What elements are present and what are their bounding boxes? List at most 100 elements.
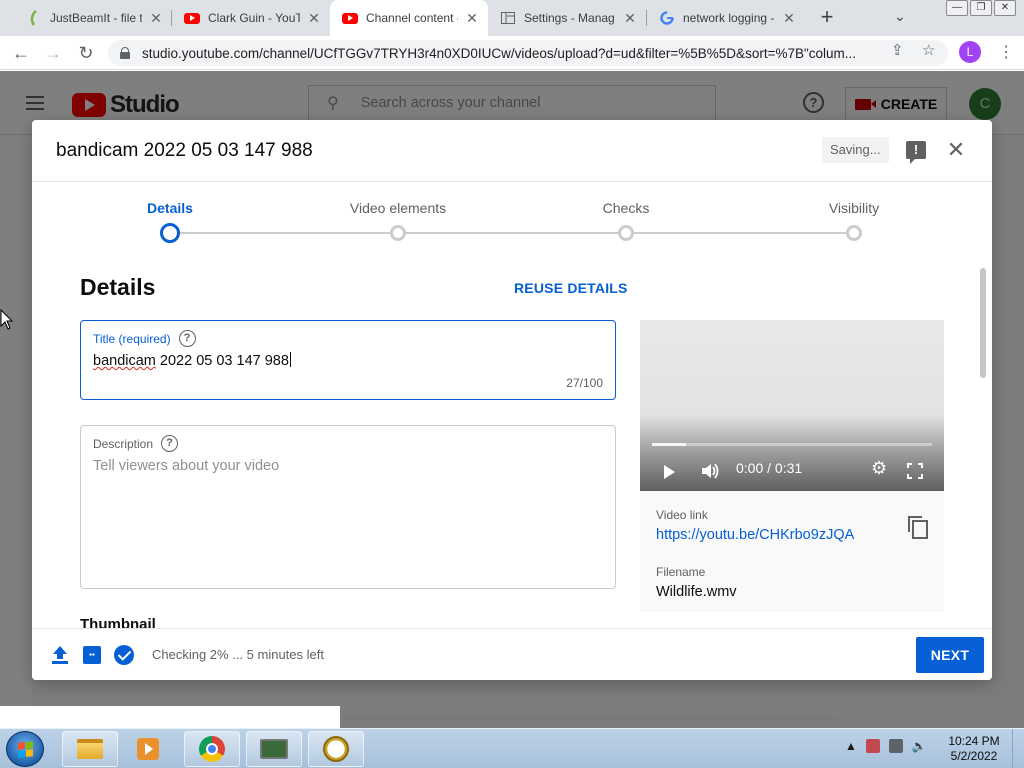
section-title: Details [80,274,156,300]
action-center-flag-icon[interactable] [865,739,880,753]
stepper-line [170,232,854,234]
description-field[interactable]: Description ? Tell viewers about your vi… [80,425,616,589]
tab-network-logging[interactable]: network logging - ✕ [647,0,805,36]
network-icon[interactable] [888,739,903,753]
tab-search-chevron-icon[interactable]: ⌄ [894,8,906,25]
thumbnail-heading: Thumbnail [80,616,156,628]
browser-toolbar: ← → ↻ studio.youtube.com/channel/UCfTGGv… [0,36,1024,70]
start-button-icon[interactable] [6,731,44,767]
bookmark-star-icon[interactable]: ☆ [922,41,935,59]
help-question-icon[interactable]: ? [178,330,196,347]
new-tab-icon[interactable]: + [815,6,839,30]
mouse-cursor-icon [0,309,14,330]
title-value-rest: 2022 05 03 147 988 [155,353,289,369]
tab-justbeamit[interactable]: JustBeamIt - file tr ✕ [14,0,172,36]
tab-channel-content[interactable]: Channel content - ✕ [330,0,488,36]
tab-close-icon[interactable]: ✕ [464,10,480,27]
tab-close-icon[interactable]: ✕ [781,10,797,27]
folder-icon [77,739,103,759]
close-icon[interactable]: ✕ [944,138,968,162]
step-details[interactable]: Details [90,200,250,216]
youtube-favicon-icon [342,10,358,26]
step-visibility[interactable]: Visibility [774,200,934,216]
fullscreen-icon[interactable] [907,463,923,479]
video-player[interactable]: 0:00 / 0:31 ⚙ [640,320,944,491]
hd-processing-icon[interactable]: ▪▪ [83,646,101,664]
tab-title: Clark Guin - YouTu [208,11,300,25]
clock-time: 10:24 PM [948,734,1000,748]
taskbar-clock[interactable]: 10:24 PM 5/2/2022 [946,734,1002,764]
forward-arrow-icon[interactable]: → [42,42,64,64]
checks-complete-icon[interactable] [114,645,134,665]
dialog-header: bandicam 2022 05 03 147 988 Saving... ! … [32,120,992,182]
tab-title: Channel content - [366,11,458,25]
tab-clark-guin[interactable]: Clark Guin - YouTu ✕ [172,0,330,36]
video-link-label: Video link [656,508,708,522]
upload-arrow-base [52,661,68,664]
copy-icon[interactable] [908,516,928,539]
monitor-app-taskbar-button[interactable] [246,731,302,767]
dialog-title: bandicam 2022 05 03 147 988 [56,140,313,161]
restore-icon[interactable]: ❐ [970,0,992,16]
step-dot-checks[interactable] [618,225,634,241]
play-icon[interactable] [664,465,675,479]
filename-value: Wildlife.wmv [656,584,737,600]
tab-close-icon[interactable]: ✕ [622,10,638,27]
tray-expand-icon[interactable]: ▲ [845,739,857,753]
tab-title: Settings - Manag [524,11,615,25]
settings-gear-icon[interactable]: ⚙ [871,458,887,479]
url-text: studio.youtube.com/channel/UCfTGGv7TRYH3… [142,45,857,61]
window-controls: — ❐ ✕ [946,0,1016,18]
tab-close-icon[interactable]: ✕ [148,10,164,27]
dialog-content: Details REUSE DETAILS Title (required) ?… [32,254,992,628]
browser-menu-icon[interactable]: ⋮ [998,42,1014,62]
content-scrollbar[interactable] [980,268,986,378]
volume-icon[interactable] [700,462,720,480]
feedback-icon[interactable]: ! [906,141,926,164]
clock-app-taskbar-button[interactable] [308,731,364,767]
reuse-details-button[interactable]: REUSE DETAILS [514,280,628,296]
tab-title: JustBeamIt - file tr [50,11,142,25]
horizontal-scrollbar[interactable] [340,716,840,722]
upload-details-dialog: bandicam 2022 05 03 147 988 Saving... ! … [32,120,992,680]
description-label-text: Description [93,436,154,451]
browser-tab-strip: JustBeamIt - file tr ✕ Clark Guin - YouT… [0,0,1024,36]
share-icon[interactable]: ⇪ [891,41,904,59]
step-video-elements[interactable]: Video elements [318,200,478,216]
title-field-label: Title (required) ? [93,330,196,347]
media-player-taskbar-button[interactable] [120,731,176,767]
help-question-icon[interactable]: ? [161,435,179,452]
profile-avatar[interactable]: L [959,41,981,63]
show-desktop-button[interactable] [1012,729,1024,768]
window-close-icon[interactable]: ✕ [994,0,1016,16]
misspelled-word: bandicam [93,353,156,369]
video-progress-bar[interactable] [652,443,932,446]
title-char-count: 27/100 [566,376,603,390]
step-dot-visibility[interactable] [846,225,862,241]
chrome-taskbar-button[interactable] [184,731,240,767]
media-player-icon [137,738,159,760]
tab-close-icon[interactable]: ✕ [306,10,322,27]
windows-taskbar: ▲ 🔈 10:24 PM 5/2/2022 [0,728,1024,768]
title-field[interactable]: Title (required) ? bandicam 2022 05 03 1… [80,320,616,400]
video-progress-fill [652,443,686,446]
tab-title: network logging - [683,11,775,25]
video-link[interactable]: https://youtu.be/CHKrbo9zJQA [656,527,854,543]
justbeamit-favicon-icon [26,10,42,26]
chrome-icon [199,736,225,762]
text-caret [289,352,291,367]
step-dot-video-elements[interactable] [390,225,406,241]
step-dot-details[interactable] [160,223,180,243]
explorer-taskbar-button[interactable] [62,731,118,767]
next-button[interactable]: NEXT [916,637,984,673]
back-arrow-icon[interactable]: ← [10,42,32,64]
step-checks[interactable]: Checks [546,200,706,216]
address-bar[interactable]: studio.youtube.com/channel/UCfTGGv7TRYH3… [108,40,948,66]
title-input-value[interactable]: bandicam 2022 05 03 147 988 [93,352,291,369]
minimize-icon[interactable]: — [946,0,968,16]
tab-settings[interactable]: Settings - Manag ✕ [488,0,646,36]
settings-favicon-icon [500,10,516,26]
reload-icon[interactable]: ↻ [75,42,97,64]
speaker-icon[interactable]: 🔈 [912,739,927,753]
video-preview-card: 0:00 / 0:31 ⚙ Video link https://youtu.b… [640,320,944,612]
